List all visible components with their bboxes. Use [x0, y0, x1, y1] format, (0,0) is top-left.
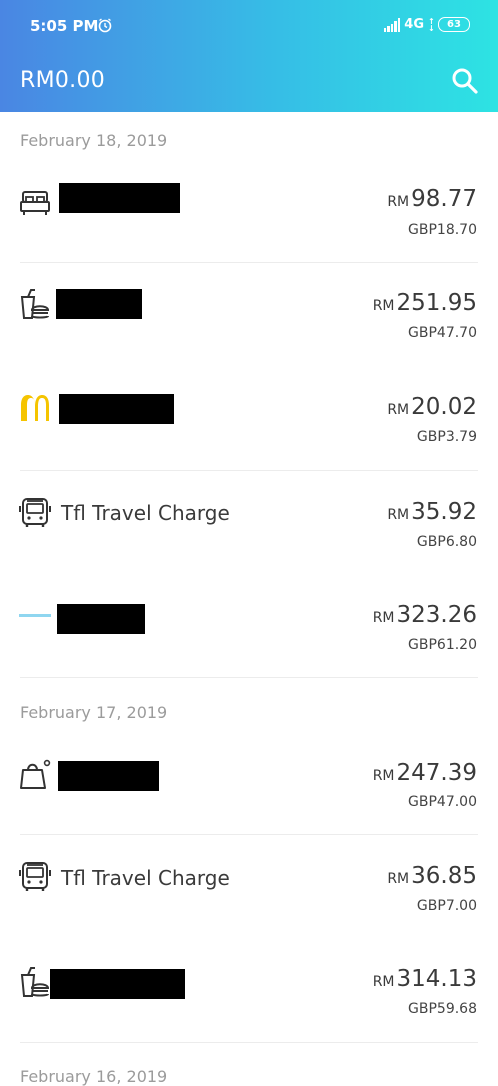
network-type: 4G — [404, 17, 424, 32]
amount: RM98.77 — [387, 186, 477, 212]
amount-value: 36.85 — [411, 863, 477, 889]
signal-icon — [383, 17, 401, 32]
transaction-name: Tfl Travel Charge — [61, 501, 230, 525]
currency-label: RM — [387, 402, 410, 418]
amount: RM36.85 — [387, 863, 477, 889]
transaction-row[interactable]: Tfl Travel Charge RM36.85 GBP7.00 — [0, 835, 498, 938]
redacted-name — [58, 761, 159, 791]
currency-label: RM — [372, 974, 395, 990]
amount-value: 20.02 — [411, 394, 477, 420]
currency-label: RM — [387, 194, 410, 210]
redacted-name — [56, 289, 142, 319]
bus-icon — [18, 860, 52, 894]
amount: RM247.39 — [373, 760, 477, 786]
currency-label: RM — [372, 298, 395, 314]
foreign-amount: GBP61.20 — [408, 637, 477, 653]
bus-icon — [18, 496, 52, 530]
transaction-row[interactable]: RM98.77 GBP18.70 — [0, 168, 498, 262]
foreign-amount: GBP47.70 — [408, 325, 477, 341]
foreign-amount: GBP6.80 — [416, 534, 477, 550]
amount: RM35.92 — [387, 499, 477, 525]
amount-value: 247.39 — [396, 760, 477, 786]
amount: RM314.13 — [373, 966, 477, 992]
currency-label: RM — [372, 610, 395, 626]
search-icon — [452, 68, 478, 94]
app-header: 5:05 PM 4G ↑ ↓ 63 RM0.00 — [0, 0, 498, 112]
amount: RM323.26 — [373, 602, 477, 628]
shopping-bag-icon — [18, 758, 52, 792]
status-bar: 5:05 PM 4G ↑ ↓ 63 — [0, 0, 498, 52]
transaction-name: Tfl Travel Charge — [61, 866, 230, 890]
transaction-row[interactable]: RM251.95 GBP47.70 — [0, 263, 498, 366]
foreign-amount: GBP59.68 — [408, 1001, 477, 1017]
transaction-row[interactable]: RM323.26 GBP61.20 — [0, 574, 498, 677]
currency-label: RM — [372, 768, 395, 784]
foreign-amount: GBP7.00 — [416, 898, 477, 914]
bed-icon — [18, 186, 52, 220]
redacted-name — [50, 969, 185, 999]
date-header: February 17, 2019 — [20, 703, 168, 722]
transaction-row[interactable]: RM247.39 GBP47.00 — [0, 733, 498, 834]
mcdonalds-logo-icon — [18, 391, 52, 425]
data-arrows-icon: ↑ ↓ — [428, 16, 435, 33]
status-right: 4G ↑ ↓ 63 — [383, 16, 470, 33]
amount: RM251.95 — [373, 290, 477, 316]
divider — [20, 677, 478, 678]
redacted-name — [59, 183, 180, 213]
status-time: 5:05 PM — [30, 17, 99, 35]
redacted-name — [59, 394, 174, 424]
divider — [20, 1042, 478, 1043]
battery-icon: 63 — [438, 17, 470, 32]
currency-label: RM — [387, 507, 410, 523]
amount-value: 35.92 — [411, 499, 477, 525]
transaction-row[interactable]: RM314.13 GBP59.68 — [0, 938, 498, 1041]
currency-label: RM — [387, 871, 410, 887]
alarm-icon — [97, 17, 113, 37]
foreign-amount: GBP3.79 — [416, 429, 477, 445]
redacted-name — [57, 604, 145, 634]
amount-value: 323.26 — [396, 602, 477, 628]
foreign-amount: GBP18.70 — [408, 222, 477, 238]
balance-amount: RM0.00 — [20, 68, 106, 93]
date-header: February 16, 2019 — [20, 1067, 168, 1086]
amount-value: 251.95 — [396, 290, 477, 316]
foreign-amount: GBP47.00 — [408, 794, 477, 810]
merchant-logo-icon — [18, 606, 52, 626]
fast-food-icon — [18, 288, 52, 322]
fast-food-icon — [18, 966, 52, 1000]
date-header: February 18, 2019 — [20, 131, 168, 150]
amount: RM20.02 — [387, 394, 477, 420]
search-button[interactable] — [450, 66, 480, 96]
amount-value: 314.13 — [396, 966, 477, 992]
amount-value: 98.77 — [411, 186, 477, 212]
transaction-row[interactable]: RM20.02 GBP3.79 — [0, 366, 498, 469]
transaction-row[interactable]: Tfl Travel Charge RM35.92 GBP6.80 — [0, 471, 498, 574]
